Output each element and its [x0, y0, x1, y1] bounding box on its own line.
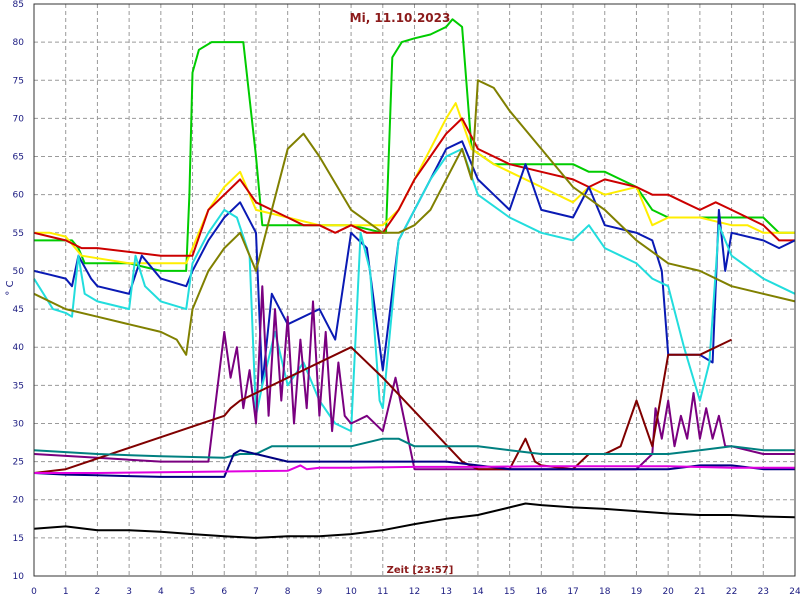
y-tick-label: 10 [13, 572, 25, 582]
x-tick-label: 23 [758, 587, 769, 597]
x-tick-label: 16 [536, 587, 548, 597]
x-tick-label: 2 [95, 587, 101, 597]
y-axis-label: ° C [5, 280, 16, 295]
y-tick-label: 60 [13, 191, 25, 201]
x-tick-label: 11 [377, 587, 388, 597]
x-tick-label: 17 [567, 587, 578, 597]
x-tick-label: 8 [285, 587, 291, 597]
x-tick-label: 12 [409, 587, 420, 597]
y-tick-label: 15 [13, 534, 24, 544]
x-tick-label: 5 [190, 587, 196, 597]
y-tick-label: 70 [13, 114, 25, 124]
x-tick-label: 20 [662, 587, 674, 597]
y-tick-label: 30 [13, 419, 25, 429]
x-tick-label: 21 [694, 587, 705, 597]
x-tick-label: 9 [317, 587, 323, 597]
x-tick-label: 22 [726, 587, 737, 597]
x-axis-label: Zeit [23:57] [387, 565, 454, 576]
x-tick-label: 10 [345, 587, 357, 597]
y-tick-label: 20 [13, 496, 25, 506]
x-tick-label: 13 [440, 587, 451, 597]
x-tick-label: 14 [472, 587, 484, 597]
x-tick-label: 15 [504, 587, 515, 597]
plot-background [0, 0, 800, 600]
y-tick-label: 65 [13, 153, 24, 163]
y-tick-label: 55 [13, 229, 24, 239]
chart-title: Mi, 11.10.2023 [350, 11, 451, 25]
y-tick-label: 85 [13, 0, 24, 10]
y-tick-label: 80 [13, 38, 25, 48]
x-tick-label: 24 [789, 587, 800, 597]
x-tick-label: 6 [221, 587, 227, 597]
x-tick-label: 19 [631, 587, 643, 597]
x-tick-label: 3 [126, 587, 132, 597]
x-tick-label: 7 [253, 587, 259, 597]
y-tick-label: 35 [13, 381, 24, 391]
x-tick-label: 18 [599, 587, 611, 597]
y-tick-label: 75 [13, 76, 24, 86]
x-tick-label: 0 [31, 587, 37, 597]
line-chart: 10152025303540455055606570758085 0123456… [0, 0, 800, 600]
x-tick-label: 4 [158, 587, 164, 597]
y-tick-label: 50 [13, 267, 25, 277]
x-tick-label: 1 [63, 587, 69, 597]
y-tick-label: 40 [13, 343, 25, 353]
y-tick-label: 45 [13, 305, 24, 315]
y-tick-label: 25 [13, 458, 24, 468]
